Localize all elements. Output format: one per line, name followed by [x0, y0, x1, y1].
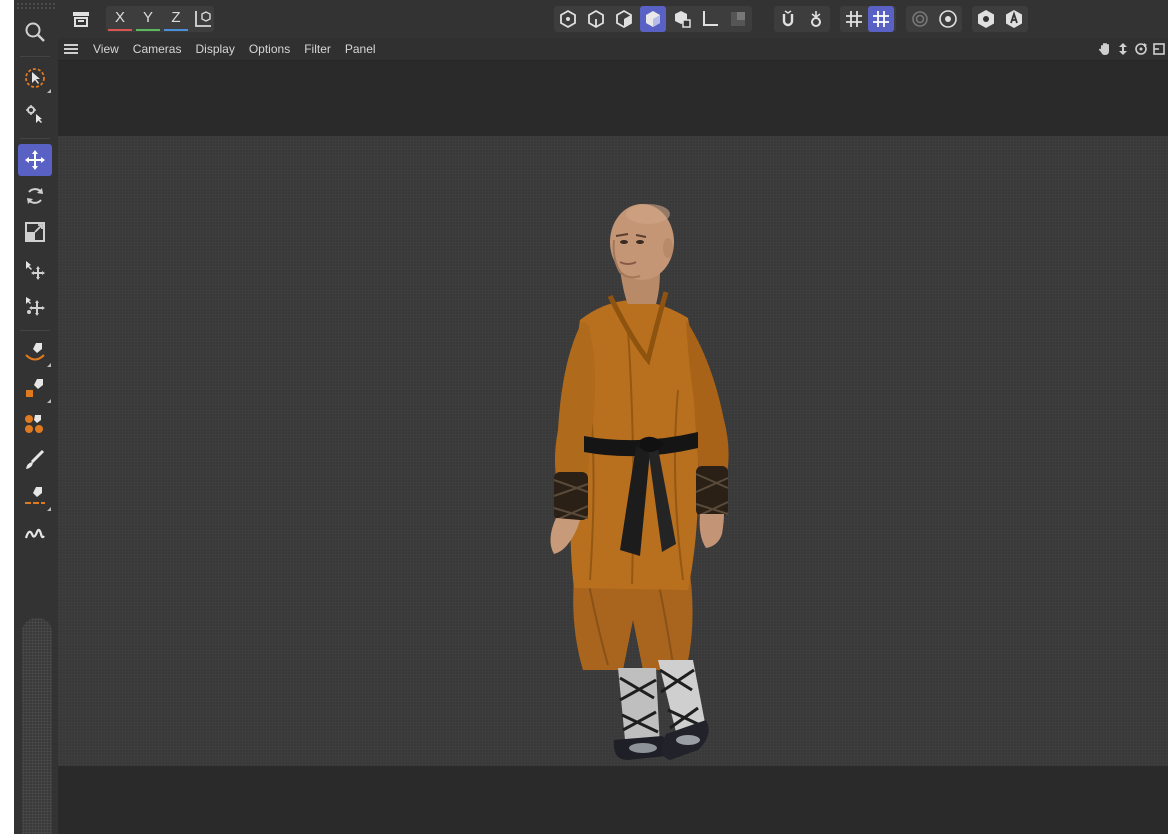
polygons-mode-icon — [616, 9, 632, 29]
live-selection-button[interactable] — [18, 62, 52, 94]
transform-scale-button[interactable] — [18, 290, 52, 322]
lock-z-button[interactable]: Z — [164, 6, 188, 32]
toolbar-separator — [20, 330, 50, 331]
toolbar-separator — [20, 56, 50, 57]
move-tool-button[interactable] — [18, 144, 52, 176]
search-icon — [25, 22, 45, 42]
rotate-tool-button[interactable] — [18, 180, 52, 212]
left-toolbar — [14, 0, 59, 834]
axis-z-label: Z — [164, 7, 188, 31]
workplane-lock-button[interactable] — [868, 6, 894, 32]
object-mode-icon — [675, 11, 691, 28]
model-mode-button[interactable] — [640, 6, 666, 32]
menu-options[interactable]: Options — [242, 38, 297, 60]
world-coordinates-icon — [195, 11, 211, 27]
object-mode-button[interactable] — [670, 6, 694, 32]
pen-line-icon — [25, 487, 45, 504]
grid-button[interactable] — [842, 6, 866, 32]
texture-mode-icon — [731, 12, 745, 26]
world-coordinates-button[interactable] — [192, 6, 214, 32]
hamburger-menu-icon[interactable] — [64, 44, 78, 54]
top-toolbar: X Y Z — [58, 0, 1168, 38]
grid-icon — [846, 11, 862, 27]
spline-draw-button[interactable] — [18, 372, 52, 404]
snap-settings-icon — [811, 11, 821, 27]
snap-button[interactable] — [776, 6, 800, 32]
menu-panel[interactable]: Panel — [338, 38, 383, 60]
live-selection-icon — [25, 68, 45, 88]
monk-character-model — [550, 204, 729, 760]
generator-button[interactable] — [18, 408, 52, 440]
axis-mode-icon — [703, 11, 718, 26]
generator-icon — [25, 415, 43, 433]
search-button[interactable] — [18, 16, 52, 48]
scale-tool-button[interactable] — [18, 216, 52, 248]
maximize-icon[interactable] — [1152, 42, 1166, 56]
axis-y-label: Y — [136, 7, 160, 31]
cinema4d-window: X Y Z View Cameras Display Options Filte… — [14, 0, 1168, 834]
3d-viewport[interactable] — [58, 61, 1168, 834]
sketch-button[interactable] — [18, 518, 52, 550]
undo-view-button[interactable] — [68, 6, 94, 32]
axis-x-label: X — [108, 7, 132, 31]
lock-y-button[interactable]: Y — [136, 6, 160, 32]
viewport-solo-icon — [978, 10, 994, 28]
lock-x-button[interactable]: X — [108, 6, 132, 32]
viewport-menubar: View Cameras Display Options Filter Pane… — [58, 38, 1168, 61]
pen-line-button[interactable] — [18, 480, 52, 512]
rotate-icon — [27, 188, 43, 204]
render-settings-icon — [939, 10, 957, 28]
scale-icon — [25, 222, 45, 242]
transform-scale-icon — [26, 297, 45, 316]
menu-view[interactable]: View — [86, 38, 126, 60]
polygons-mode-button[interactable] — [612, 6, 636, 32]
menu-filter[interactable]: Filter — [297, 38, 338, 60]
orbit-icon[interactable] — [1134, 42, 1148, 56]
snap-icon — [782, 10, 794, 27]
move-icon — [25, 150, 45, 170]
texture-mode-button[interactable] — [726, 6, 750, 32]
toolbar-separator — [20, 138, 50, 139]
points-mode-icon — [560, 9, 576, 29]
viewport-nav-icons — [1098, 38, 1168, 60]
edges-mode-button[interactable] — [584, 6, 608, 32]
workplane-lock-icon — [873, 11, 889, 27]
undo-view-icon — [73, 12, 89, 27]
toolbar-scroll-area[interactable] — [22, 618, 52, 834]
render-safe-frame — [58, 136, 1168, 766]
render-settings-button[interactable] — [936, 6, 960, 32]
menu-cameras[interactable]: Cameras — [126, 38, 189, 60]
dolly-icon[interactable] — [1116, 42, 1130, 56]
render-active-icon — [912, 11, 928, 27]
spline-pen-orange-icon — [26, 379, 43, 397]
axis-mode-button[interactable] — [698, 6, 722, 32]
brush-button[interactable] — [18, 444, 52, 476]
edges-mode-icon — [588, 9, 604, 29]
transform-move-button[interactable] — [18, 254, 52, 286]
auto-key-icon — [1006, 10, 1022, 28]
transform-move-icon — [26, 261, 45, 280]
pan-icon[interactable] — [1098, 42, 1112, 56]
render-active-button[interactable] — [908, 6, 932, 32]
auto-key-button[interactable] — [1002, 6, 1026, 32]
move-select-icon — [26, 105, 42, 123]
points-mode-button[interactable] — [556, 6, 580, 32]
viewport-solo-button[interactable] — [974, 6, 998, 32]
brush-icon — [26, 449, 45, 469]
move-select-button[interactable] — [18, 98, 52, 130]
spline-pen-icon — [25, 343, 45, 361]
menu-display[interactable]: Display — [188, 38, 241, 60]
model-mode-icon — [646, 11, 660, 27]
toolbar-grip[interactable] — [16, 2, 56, 10]
sketch-icon — [24, 528, 45, 539]
spline-pen-button[interactable] — [18, 336, 52, 368]
snap-settings-button[interactable] — [804, 6, 828, 32]
